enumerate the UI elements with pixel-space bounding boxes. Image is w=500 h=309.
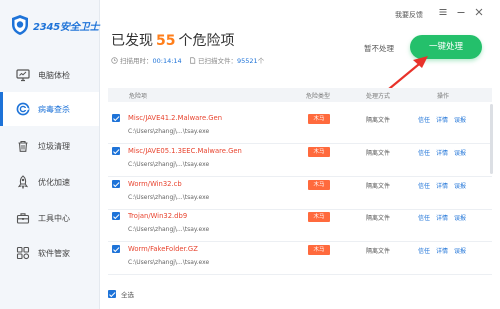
threat-name[interactable]: Trojan/Win32.db9: [128, 212, 187, 220]
title-prefix: 已发现: [111, 33, 153, 49]
handling-method: 隔离文件: [366, 183, 391, 190]
table-row: Worm/Win32.cb C:\Users\zhangj\...\tsay.e…: [108, 175, 492, 210]
threat-type-badge: 木马: [308, 245, 330, 255]
details-link[interactable]: 详情: [436, 213, 448, 222]
toolbox-icon: [16, 213, 30, 224]
threat-name[interactable]: Misc/JAVE05.1.3EEC.Malware.Gen: [128, 147, 242, 155]
scan-time: 扫描用时：00:14:14: [111, 55, 182, 65]
virus-scan-icon: [16, 102, 30, 116]
sidebar-item-label: 软件管家: [38, 248, 70, 258]
threat-type-badge: 木马: [308, 114, 330, 124]
handling-method: 隔离文件: [366, 117, 391, 124]
false-positive-link[interactable]: 误报: [454, 246, 466, 255]
false-positive-link[interactable]: 误报: [454, 181, 466, 190]
software-manager-icon: [16, 246, 30, 260]
sidebar-item-tool-center[interactable]: 工具中心: [0, 201, 99, 235]
sidebar-item-label: 电脑体检: [38, 70, 70, 80]
scan-time-value: 00:14:14: [152, 57, 182, 65]
trust-link[interactable]: 信任: [418, 213, 430, 222]
trash-icon: [18, 140, 28, 152]
clock-icon: [111, 57, 118, 64]
sidebar-item-label: 工具中心: [38, 213, 70, 223]
row-checkbox[interactable]: [112, 245, 120, 253]
threat-name[interactable]: Misc/JAVE41.2.Malware.Gen: [128, 114, 222, 122]
column-header: 处理方式: [366, 93, 391, 100]
details-link[interactable]: 详情: [436, 181, 448, 190]
row-checkbox[interactable]: [112, 212, 120, 220]
shield-logo-icon: [12, 15, 28, 35]
page-title: 已发现 55 个危险项: [111, 30, 234, 50]
sidebar-item-label: 病毒查杀: [38, 104, 70, 114]
false-positive-link[interactable]: 误报: [454, 213, 466, 222]
title-suffix: 个危险项: [178, 33, 235, 49]
threat-type-badge: 木马: [308, 147, 330, 157]
select-all-checkbox[interactable]: [108, 290, 116, 298]
details-link[interactable]: 详情: [436, 148, 448, 157]
scan-time-label: 扫描用时：: [120, 57, 153, 65]
logo-text: 2345安全卫士: [33, 21, 100, 33]
sidebar-item-junk-clean[interactable]: 垃圾清理: [0, 129, 99, 163]
column-header: 危险类型: [306, 93, 331, 100]
handling-method: 隔离文件: [366, 248, 391, 255]
close-icon[interactable]: [473, 6, 485, 18]
file-path: C:\Users\zhangj\...\tsay.exe: [128, 259, 210, 266]
scrollbar[interactable]: [490, 104, 493, 174]
table-header: 危险项 危险类型 处理方式 操作: [108, 88, 492, 102]
file-path: C:\Users\zhangj\...\tsay.exe: [128, 194, 210, 201]
threat-type-badge: 木马: [308, 212, 330, 222]
row-checkbox[interactable]: [112, 147, 120, 155]
sidebar-item-label: 垃圾清理: [38, 141, 70, 151]
sidebar-item-pc-checkup[interactable]: 电脑体检: [0, 58, 99, 92]
trust-link[interactable]: 信任: [418, 148, 430, 157]
scanned-files: 已扫描文件：95521个: [189, 55, 264, 65]
scanned-label: 已扫描文件：: [198, 57, 237, 65]
feedback-link[interactable]: 我要反馈: [395, 10, 423, 20]
false-positive-link[interactable]: 误报: [454, 115, 466, 124]
trust-link[interactable]: 信任: [418, 181, 430, 190]
table-row: Misc/JAVE05.1.3EEC.Malware.Gen C:\Users\…: [108, 142, 492, 177]
select-all-label: 全选: [121, 291, 134, 299]
table-row: Misc/JAVE41.2.Malware.Gen C:\Users\zhang…: [108, 109, 492, 144]
scanned-value: 95521: [237, 57, 258, 65]
sidebar-item-optimize[interactable]: 优化加速: [0, 165, 99, 199]
one-click-fix-button[interactable]: 一键处理: [410, 35, 482, 59]
column-header: 操作: [437, 93, 450, 100]
file-path: C:\Users\zhangj\...\tsay.exe: [128, 128, 210, 135]
menu-icon[interactable]: [437, 6, 449, 18]
select-all-row: 全选: [108, 288, 134, 300]
sidebar-item-label: 优化加速: [38, 177, 70, 187]
threat-name[interactable]: Worm/Win32.cb: [128, 180, 182, 188]
false-positive-link[interactable]: 误报: [454, 148, 466, 157]
column-header: 危险项: [129, 93, 148, 100]
details-link[interactable]: 详情: [436, 246, 448, 255]
app-logo: 2345安全卫士: [10, 13, 99, 37]
handling-method: 隔离文件: [366, 150, 391, 157]
file-path: C:\Users\zhangj\...\tsay.exe: [128, 226, 210, 233]
scanned-unit: 个: [257, 57, 265, 65]
sidebar-item-software-manager[interactable]: 软件管家: [0, 236, 99, 270]
ignore-button[interactable]: 暂不处理: [364, 43, 394, 54]
row-checkbox[interactable]: [112, 180, 120, 188]
minimize-icon[interactable]: [455, 6, 467, 18]
sidebar-item-virus-scan[interactable]: 病毒查杀: [0, 92, 99, 126]
monitor-icon: [16, 69, 30, 82]
threat-count: 55: [156, 33, 176, 49]
row-checkbox[interactable]: [112, 114, 120, 122]
rocket-icon: [17, 175, 29, 189]
threat-name[interactable]: Worm/FakeFolder.GZ: [128, 245, 198, 253]
table-row: Worm/FakeFolder.GZ C:\Users\zhangj\...\t…: [108, 240, 492, 275]
handling-method: 隔离文件: [366, 215, 391, 222]
trust-link[interactable]: 信任: [418, 115, 430, 124]
sidebar: 2345安全卫士 电脑体检 病毒查杀 垃圾清理 优化加速 工具中心 软件管家: [0, 0, 100, 309]
details-link[interactable]: 详情: [436, 115, 448, 124]
file-path: C:\Users\zhangj\...\tsay.exe: [128, 161, 210, 168]
trust-link[interactable]: 信任: [418, 246, 430, 255]
file-icon: [190, 57, 196, 64]
threat-type-badge: 木马: [308, 180, 330, 190]
table-row: Trojan/Win32.db9 C:\Users\zhangj\...\tsa…: [108, 207, 492, 242]
